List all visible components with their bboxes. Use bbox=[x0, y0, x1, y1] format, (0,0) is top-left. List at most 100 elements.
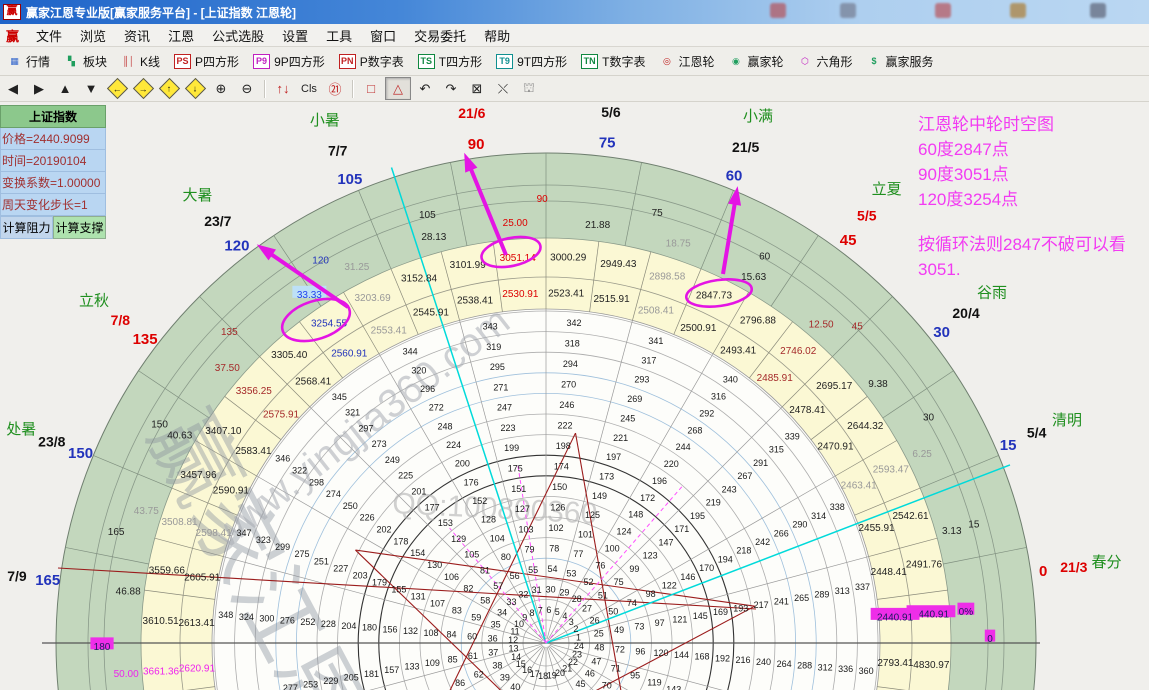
toolbar-button-T四方形[interactable]: TST四方形 bbox=[415, 52, 485, 71]
svg-text:296: 296 bbox=[420, 384, 435, 394]
svg-text:323: 323 bbox=[256, 535, 271, 545]
svg-text:61: 61 bbox=[468, 651, 478, 661]
zoom-in-icon[interactable]: ⊕ bbox=[209, 78, 233, 99]
nav-last-icon[interactable]: ▶ bbox=[27, 78, 51, 99]
calc-support-button[interactable]: 计算支撑 bbox=[53, 216, 106, 239]
svg-text:73: 73 bbox=[634, 622, 644, 632]
svg-text:15: 15 bbox=[968, 519, 980, 530]
svg-text:2796.88: 2796.88 bbox=[740, 315, 777, 326]
ps-icon: PS bbox=[174, 54, 191, 69]
menu-item-7[interactable]: 窗口 bbox=[361, 24, 405, 47]
background-window-icon bbox=[935, 3, 951, 18]
rotate-cw-icon[interactable]: ↷ bbox=[439, 78, 463, 99]
shift-up-icon[interactable]: ↑ bbox=[157, 78, 181, 99]
svg-text:341: 341 bbox=[648, 336, 663, 346]
svg-text:243: 243 bbox=[722, 484, 737, 494]
menu-item-2[interactable]: 资讯 bbox=[115, 24, 159, 47]
toolbar-button-9T四方形[interactable]: T99T四方形 bbox=[493, 52, 570, 71]
scatter-icon[interactable]: ⤬ bbox=[491, 78, 515, 99]
svg-text:225: 225 bbox=[398, 471, 413, 481]
svg-text:220: 220 bbox=[664, 459, 679, 469]
svg-text:4: 4 bbox=[562, 611, 567, 621]
svg-text:344: 344 bbox=[403, 347, 418, 357]
toolbar-button-T数字表[interactable]: TNT数字表 bbox=[578, 52, 648, 71]
shift-right-icon[interactable]: → bbox=[131, 78, 155, 99]
svg-text:12.50: 12.50 bbox=[809, 319, 834, 330]
svg-text:76: 76 bbox=[595, 560, 605, 570]
toolbar-label: 9T四方形 bbox=[517, 53, 567, 70]
rotate-ccw-icon[interactable]: ↶ bbox=[413, 78, 437, 99]
svg-text:347: 347 bbox=[236, 528, 251, 538]
toolbar-button-P四方形[interactable]: PSP四方形 bbox=[171, 52, 242, 71]
svg-text:3: 3 bbox=[569, 617, 574, 627]
updown-icon[interactable]: ↑↓ bbox=[271, 78, 295, 99]
svg-text:192: 192 bbox=[715, 653, 730, 663]
calc-resistance-button[interactable]: 计算阻力 bbox=[0, 216, 53, 239]
toolbar-button-江恩轮[interactable]: ◎江恩轮 bbox=[656, 52, 717, 71]
menu-item-6[interactable]: 工具 bbox=[317, 24, 361, 47]
menu-item-8[interactable]: 交易委托 bbox=[405, 24, 475, 47]
svg-text:2590.91: 2590.91 bbox=[213, 486, 250, 497]
svg-text:83: 83 bbox=[452, 606, 462, 616]
toolbar-button-行情[interactable]: ▦行情 bbox=[4, 52, 53, 71]
toolbar-button-9P四方形[interactable]: P99P四方形 bbox=[250, 52, 328, 71]
svg-text:195: 195 bbox=[690, 511, 705, 521]
svg-text:处暑: 处暑 bbox=[6, 421, 36, 438]
svg-text:194: 194 bbox=[718, 554, 733, 564]
svg-text:33: 33 bbox=[507, 597, 517, 607]
annotation-line: 90度3051点 bbox=[918, 162, 1126, 187]
svg-text:2485.91: 2485.91 bbox=[757, 373, 794, 384]
draw-square-icon[interactable]: □ bbox=[359, 78, 383, 99]
funnel-icon[interactable]: ⛫ bbox=[517, 78, 541, 99]
toolbar-button-P数字表[interactable]: PNP数字表 bbox=[336, 52, 407, 71]
toolbar-button-赢家轮[interactable]: ◉赢家轮 bbox=[725, 52, 786, 71]
svg-text:7/8: 7/8 bbox=[111, 312, 131, 328]
svg-text:200: 200 bbox=[455, 459, 470, 469]
svg-text:288: 288 bbox=[797, 661, 812, 671]
toolbar-label: 江恩轮 bbox=[678, 53, 714, 70]
annotation-line: 3051. bbox=[918, 257, 1126, 282]
panel-row-0: 价格=2440.9099 bbox=[0, 128, 106, 150]
background-window-icon bbox=[840, 3, 856, 18]
zoom-out-icon[interactable]: ⊖ bbox=[235, 78, 259, 99]
svg-text:5: 5 bbox=[555, 607, 560, 617]
menu-item-5[interactable]: 设置 bbox=[273, 24, 317, 47]
toolbar-button-六角形[interactable]: ⬡六角形 bbox=[795, 52, 856, 71]
menu-item-1[interactable]: 浏览 bbox=[71, 24, 115, 47]
svg-text:273: 273 bbox=[372, 439, 387, 449]
shift-left-icon[interactable]: ← bbox=[105, 78, 129, 99]
svg-text:292: 292 bbox=[699, 408, 714, 418]
hexagon-icon: ⬡ bbox=[798, 55, 813, 68]
toolbar-button-K线[interactable]: ║│K线 bbox=[118, 52, 163, 71]
svg-text:129: 129 bbox=[451, 534, 466, 544]
svg-text:2793.41: 2793.41 bbox=[877, 658, 914, 669]
svg-text:267: 267 bbox=[737, 471, 752, 481]
fit-icon[interactable]: ⊠ bbox=[465, 78, 489, 99]
svg-text:30: 30 bbox=[546, 585, 556, 595]
nav-down-icon[interactable]: ▼ bbox=[79, 78, 103, 99]
svg-text:101: 101 bbox=[578, 530, 593, 540]
svg-text:247: 247 bbox=[497, 403, 512, 413]
menu-item-4[interactable]: 公式选股 bbox=[203, 24, 273, 47]
shift-down-icon[interactable]: ↓ bbox=[183, 78, 207, 99]
calendar-icon[interactable]: ㉑ bbox=[323, 78, 347, 99]
svg-text:251: 251 bbox=[314, 556, 329, 566]
svg-text:35: 35 bbox=[491, 620, 501, 630]
menu-item-9[interactable]: 帮助 bbox=[475, 24, 519, 47]
svg-text:97: 97 bbox=[655, 618, 665, 628]
svg-text:40: 40 bbox=[510, 682, 520, 690]
toolbar-button-板块[interactable]: ▚板块 bbox=[61, 52, 110, 71]
svg-text:120: 120 bbox=[312, 255, 329, 266]
svg-text:106: 106 bbox=[444, 572, 459, 582]
draw-triangle-icon[interactable]: △ bbox=[385, 77, 411, 100]
annotation-line: 江恩轮中轮时空图 bbox=[918, 112, 1126, 137]
menu-item-0[interactable]: 文件 bbox=[27, 24, 71, 47]
cls-button[interactable]: Cls bbox=[297, 78, 321, 99]
svg-text:147: 147 bbox=[658, 537, 673, 547]
toolbar-button-赢家服务[interactable]: $赢家服务 bbox=[864, 52, 937, 71]
svg-text:小满: 小满 bbox=[743, 108, 773, 125]
menu-item-3[interactable]: 江恩 bbox=[159, 24, 203, 47]
nav-up-icon[interactable]: ▲ bbox=[53, 78, 77, 99]
nav-first-icon[interactable]: ◀ bbox=[1, 78, 25, 99]
svg-text:大暑: 大暑 bbox=[183, 187, 213, 204]
